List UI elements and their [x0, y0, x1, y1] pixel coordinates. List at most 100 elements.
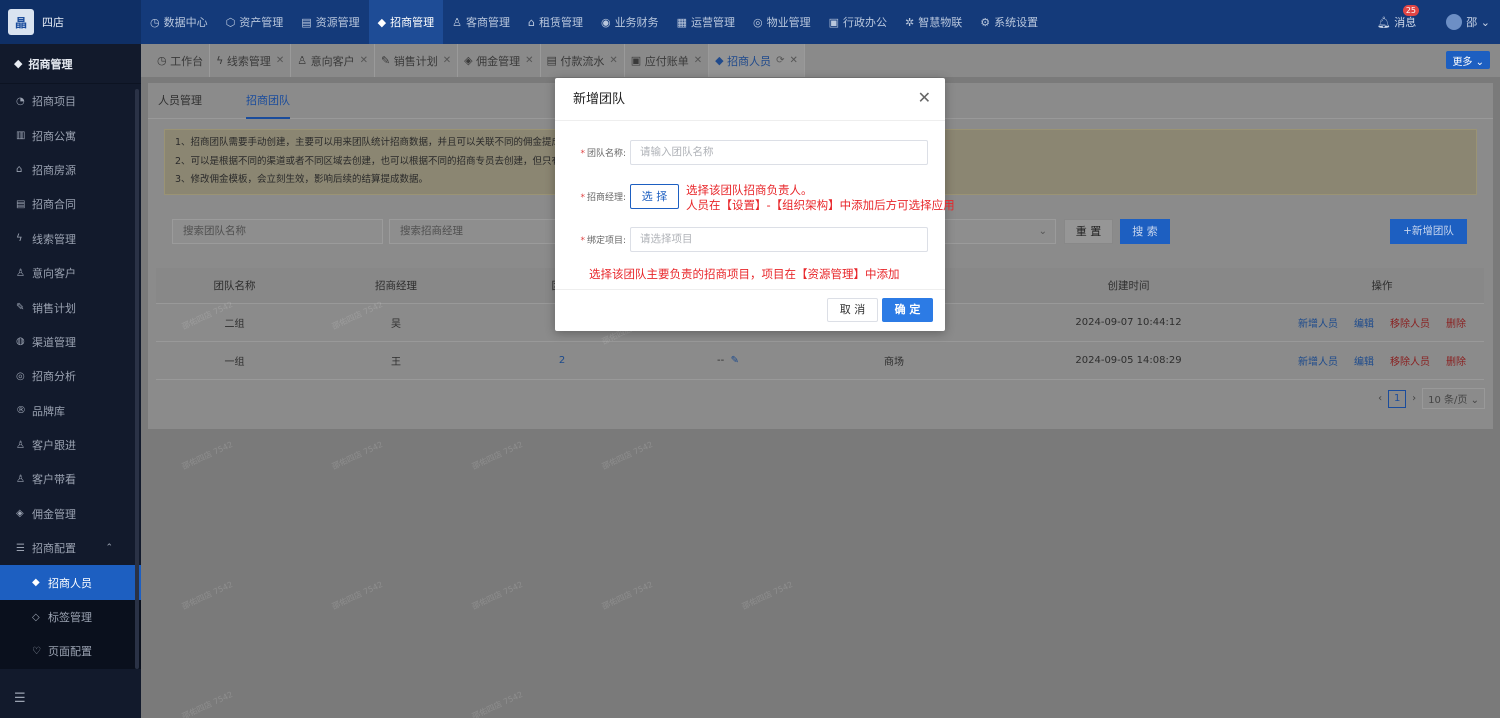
- sidebar-item[interactable]: ⌂ 招商房源: [0, 153, 141, 187]
- add-member-link[interactable]: 新增人员: [1298, 319, 1338, 330]
- next-page-button[interactable]: ›: [1412, 393, 1416, 404]
- tab-icon: ◈: [464, 54, 473, 67]
- user-menu[interactable]: 邵 ⌄: [1446, 14, 1490, 30]
- close-icon[interactable]: ✕: [443, 55, 451, 66]
- sidebar-item[interactable]: ◎ 招商分析: [0, 359, 141, 393]
- topnav-item[interactable]: ♙ 客商管理: [443, 0, 519, 44]
- tab-icon: ▤: [546, 54, 557, 67]
- page-tab[interactable]: ▤ 付款流水 ✕: [541, 44, 625, 77]
- close-icon[interactable]: ✕: [276, 55, 284, 66]
- close-icon[interactable]: ✕: [918, 90, 931, 106]
- page-tab[interactable]: ✎ 销售计划 ✕: [375, 44, 459, 77]
- manager-cell: 王: [391, 357, 401, 368]
- sidebar-item[interactable]: ◍ 渠道管理: [0, 325, 141, 359]
- message-label: 消息: [1394, 16, 1417, 29]
- topnav-item[interactable]: ◉ 业务财务: [592, 0, 668, 44]
- page-size-select[interactable]: 10 条/页 ⌄: [1422, 388, 1485, 409]
- nav-label: 客商管理: [465, 16, 510, 29]
- nav-icon: ◉: [600, 15, 611, 29]
- logo-area[interactable]: 晶 四店: [0, 0, 141, 44]
- subtab-team[interactable]: 招商团队: [246, 83, 290, 119]
- topnav-item[interactable]: ◎ 物业管理: [744, 0, 820, 44]
- more-tabs-button[interactable]: 更多 ⌄: [1446, 51, 1490, 69]
- nav-label: 租赁管理: [538, 16, 583, 29]
- nav-icon: ◆: [377, 15, 387, 29]
- sidebar-subitem[interactable]: ♡ 页面配置: [0, 634, 141, 669]
- sidebar-subitem[interactable]: ◇ 标签管理: [0, 599, 141, 635]
- member-count-link[interactable]: 2: [479, 355, 645, 366]
- close-icon[interactable]: ✕: [789, 55, 797, 66]
- filter-select[interactable]: ⌄: [932, 219, 1056, 244]
- page-tab[interactable]: ▣ 应付账单 ✕: [625, 44, 710, 77]
- add-member-link[interactable]: 新增人员: [1298, 357, 1338, 368]
- topnav-item[interactable]: ◷ 数据中心: [141, 0, 217, 44]
- close-icon[interactable]: ✕: [694, 55, 702, 66]
- page-tab[interactable]: ◷ 工作台: [151, 44, 211, 77]
- close-icon[interactable]: ✕: [525, 55, 533, 66]
- team-name-label: * 团队名称:: [580, 149, 626, 159]
- confirm-button[interactable]: 确 定: [882, 298, 933, 322]
- project-select[interactable]: 请选择项目: [630, 227, 928, 252]
- reset-button[interactable]: 重 置: [1064, 219, 1113, 244]
- close-icon[interactable]: ✕: [609, 55, 617, 66]
- topnav-item[interactable]: ▣ 行政办公: [820, 0, 896, 44]
- page-tab[interactable]: ◈ 佣金管理 ✕: [458, 44, 541, 77]
- sidebar-item[interactable]: ♙ 客户带看: [0, 462, 141, 496]
- nav-label: 运营管理: [690, 16, 735, 29]
- top-navbar: 晶 四店 ◷ 数据中心 ⬡ 资产管理 ▤ 资源管理 ◆ 招商管理 ♙ 客商管理 ⌂ 租赁管理 ◉ 业务财务…: [0, 0, 1500, 44]
- search-button[interactable]: 搜 索: [1120, 219, 1170, 244]
- team-name-input[interactable]: 请输入团队名称: [630, 140, 928, 165]
- remove-member-link[interactable]: 移除人员: [1390, 357, 1430, 368]
- sidebar-icon: ▤: [16, 198, 26, 210]
- edit-icon[interactable]: ✎: [727, 355, 739, 366]
- sidebar-item[interactable]: ▥ 招商公寓: [0, 118, 141, 152]
- collapse-menu-icon[interactable]: ☰: [14, 691, 26, 706]
- add-team-dialog: 新增团队 ✕ * 团队名称: 请输入团队名称 * 招商经理: 选 择 选择该团队招商…: [555, 78, 955, 331]
- topnav-item[interactable]: ⌂ 租赁管理: [519, 0, 592, 44]
- refresh-icon[interactable]: ⟳: [776, 55, 784, 66]
- topnav-item[interactable]: ⬡ 资产管理: [217, 0, 293, 44]
- page-number-button[interactable]: 1: [1388, 389, 1407, 408]
- delete-link[interactable]: 删除: [1446, 357, 1466, 368]
- add-team-button[interactable]: +新增团队: [1390, 219, 1467, 244]
- sidebar-item-label: 招商分析: [32, 370, 76, 384]
- sidebar-item-label: 页面配置: [48, 645, 92, 659]
- sidebar-subitem[interactable]: ◆ 招商人员: [0, 565, 141, 600]
- message-button[interactable]: 🔔︎ 消息 25: [1376, 5, 1419, 30]
- topnav-item[interactable]: ⚙ 系统设置: [971, 0, 1047, 44]
- sidebar-item[interactable]: ▤ 招商合同: [0, 187, 141, 221]
- prev-page-button[interactable]: ‹: [1378, 393, 1382, 404]
- page-tab[interactable]: ϟ 线索管理 ✕: [210, 44, 292, 77]
- cancel-button[interactable]: 取 消: [827, 298, 878, 322]
- delete-link[interactable]: 删除: [1446, 319, 1466, 330]
- commission-value: --: [717, 355, 725, 366]
- subtab-staff[interactable]: 人员管理: [158, 83, 202, 119]
- choose-manager-button[interactable]: 选 择: [630, 184, 679, 209]
- sidebar-icon: ☰: [16, 542, 25, 554]
- team-name-search-input[interactable]: 搜索团队名称: [172, 219, 383, 244]
- close-icon[interactable]: ✕: [360, 55, 368, 66]
- watermark-text: 邵佑四店 7542: [600, 439, 655, 472]
- topnav-item[interactable]: ▤ 资源管理: [292, 0, 368, 44]
- topnav-item[interactable]: ✲ 智慧物联: [896, 0, 971, 44]
- sidebar-item[interactable]: ☰ 招商配置 ⌃: [0, 531, 141, 565]
- nav-icon: ♙: [452, 15, 462, 29]
- sidebar-item-label: 线索管理: [32, 232, 76, 246]
- sidebar-item[interactable]: ◈ 佣金管理: [0, 497, 141, 531]
- sidebar-item[interactable]: ϟ 线索管理: [0, 222, 141, 256]
- bell-icon: 🔔︎: [1376, 16, 1391, 29]
- sidebar-scrollbar[interactable]: [135, 89, 139, 669]
- sidebar-item[interactable]: ® 品牌库: [0, 394, 141, 428]
- page-tab[interactable]: ◆ 招商人员 ⟳ ✕: [709, 44, 805, 77]
- sidebar-item[interactable]: ◔ 招商项目: [0, 84, 141, 118]
- edit-link[interactable]: 编辑: [1354, 357, 1374, 368]
- page-tab[interactable]: ♙ 意向客户 ✕: [291, 44, 376, 77]
- remove-member-link[interactable]: 移除人员: [1390, 319, 1430, 330]
- tab-label: 佣金管理: [476, 54, 521, 68]
- sidebar-item[interactable]: ✎ 销售计划: [0, 290, 141, 324]
- topnav-item[interactable]: ◆ 招商管理: [368, 0, 444, 44]
- topnav-item[interactable]: ▦ 运营管理: [668, 0, 744, 44]
- sidebar-item[interactable]: ♙ 意向客户: [0, 256, 141, 290]
- sidebar-item[interactable]: ♙ 客户跟进: [0, 428, 141, 462]
- edit-link[interactable]: 编辑: [1354, 319, 1374, 330]
